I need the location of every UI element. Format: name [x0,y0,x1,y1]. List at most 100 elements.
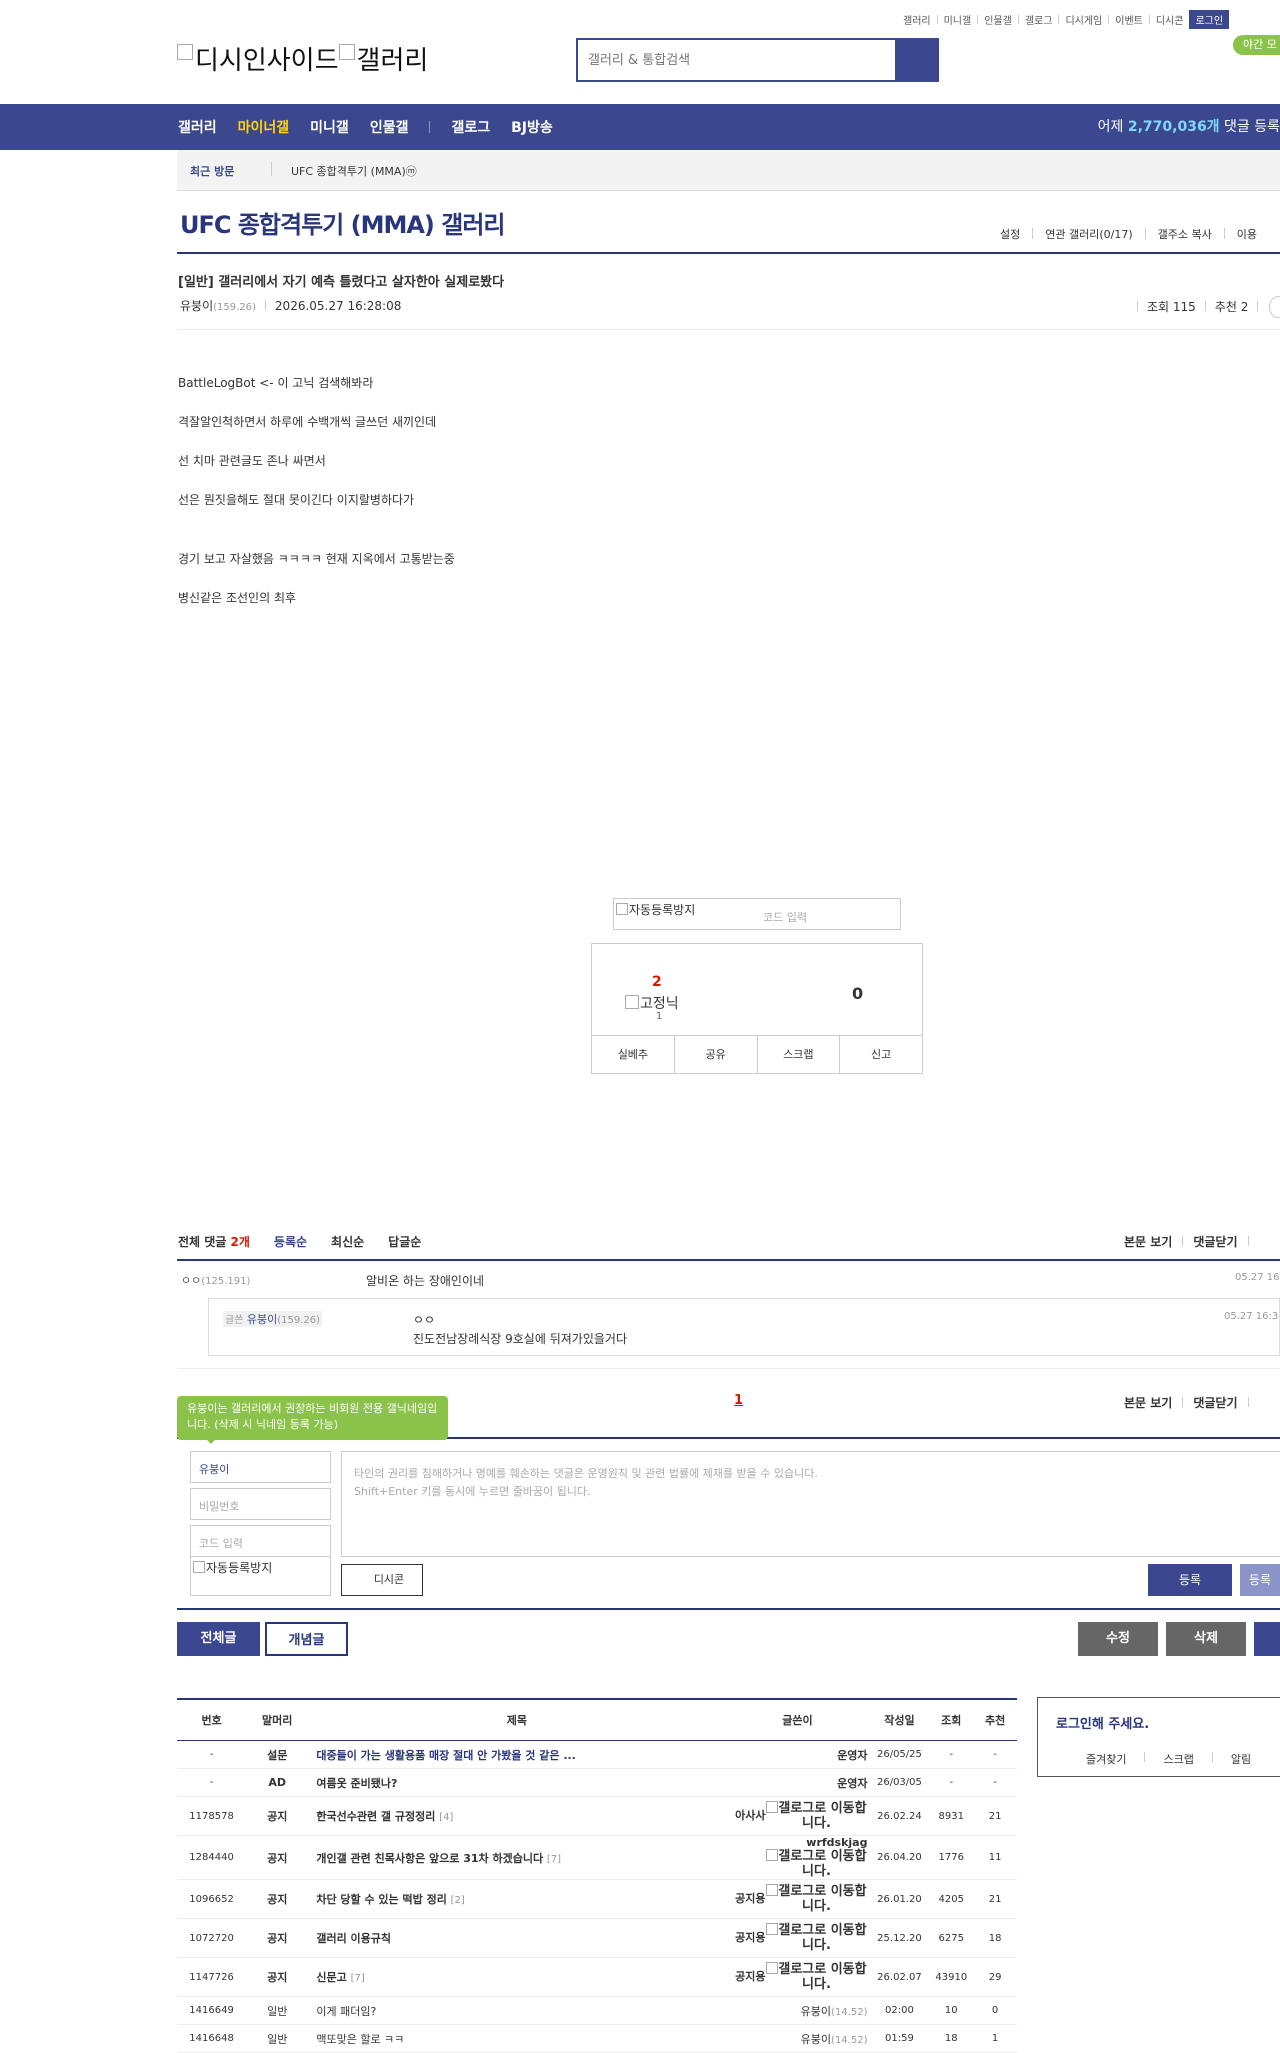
util-link-gallery[interactable]: 갤러리 [903,12,931,27]
post-writer[interactable]: wrfdskjag갤로그로 이동합니다. [725,1835,870,1880]
post-subject[interactable]: 갤러리 이용규칙 [308,1918,726,1958]
comment-textarea[interactable]: 타인의 권리를 침해하거나 명예를 훼손하는 댓글은 운영원칙 및 관련 법률에… [341,1451,1280,1557]
search-box [576,38,939,82]
search-input[interactable] [578,40,895,80]
reply-author[interactable]: 글쓴 유붕이(159.26) [223,1311,323,1327]
concept-posts-button[interactable]: 개념글 [265,1622,348,1656]
share-button[interactable]: 공유 [675,1036,758,1073]
dccon-button[interactable]: 디시콘 [341,1564,423,1596]
view-post-button[interactable]: 본문 보기 [1124,1235,1172,1249]
view-post-button[interactable]: 본문 보기 [1124,1396,1172,1410]
table-row[interactable]: 1072720 공지 갤러리 이용규칙 공지용 갤로그로 이동합니다. 25.12.20… [177,1918,1017,1958]
table-row[interactable]: 1096652 공지 차단 당할 수 있는 떡밥 정리 [2] 공지용 갤로그로 이동합… [177,1879,1017,1919]
post-subject[interactable]: 개인갤 관련 친목사항은 앞으로 31차 하겠습니다 [7] [308,1835,726,1880]
post-views: - [929,1740,974,1769]
post-author[interactable]: 유붕이 [180,299,213,313]
login-prompt[interactable]: 로그인해 주세요. [1056,1713,1149,1732]
fixed-nick-recommend-button[interactable]: 고정닉 [625,993,679,1013]
comment-page-1[interactable]: 1 [734,1393,743,1408]
post-writer[interactable]: 유붕이(14.52) [725,1996,870,2025]
gallery-setting[interactable]: 설정 [1000,226,1020,242]
util-link-minigall[interactable]: 미니갤 [944,12,972,27]
util-link-dccon[interactable]: 디시콘 [1156,12,1184,27]
nav-person-gallery[interactable]: 인물갤 [370,117,409,137]
nav-mini-gallery[interactable]: 미니갤 [310,117,349,137]
table-row[interactable]: 1416648 일반 맥또맞은 할로 ㅋㅋ 유붕이(14.52) 01:59 18 1 [177,2024,1017,2053]
post-head: 일반 [246,1996,309,2025]
table-row[interactable]: 1178578 공지 한국선수관련 갤 규정정리 [4] 아사사 갤로그로 이동합니다.… [177,1796,1017,1836]
post-writer[interactable]: 운영자 [725,1768,870,1797]
comment-total-label: 전체 댓글 2개 [178,1235,250,1249]
post-writer[interactable]: 공지용 갤로그로 이동합니다. [725,1918,870,1958]
post-writer[interactable]: 공지용 갤로그로 이동합니다. [725,1957,870,1997]
comment-footer-right: 본문 보기 댓글닫기 [1124,1394,1259,1411]
gallog-icon[interactable]: 갤로그로 이동합니다. [765,1801,867,1831]
scrap-link[interactable]: 스크랩 [1163,1751,1193,1767]
reply-text: 진도전남장례식장 9호실에 뒤져가있을거다 [413,1332,627,1346]
password-field[interactable]: 비밀번호 [190,1488,331,1520]
gallog-icon[interactable]: 갤로그로 이동합니다. [765,1923,867,1953]
post-subject[interactable]: 한국선수관련 갤 규정정리 [4] [308,1796,726,1836]
post-writer[interactable]: 운영자 [725,1740,870,1769]
table-row[interactable]: - 설문 대중들이 가는 생활용품 매장 절대 안 가봤을 것 같은 ... 운영자… [177,1740,1017,1769]
code-field[interactable]: 코드 입력 [190,1525,331,1557]
comment-author[interactable]: ㅇㅇ(125.191) [181,1272,250,1288]
best-recommend-button[interactable]: 실베추 [592,1036,675,1073]
nav-gallog[interactable]: 갤로그 [451,117,490,137]
nav-bj[interactable]: BJ방송 [511,117,553,137]
post-subject[interactable]: 대중들이 가는 생활용품 매장 절대 안 가봤을 것 같은 ... [308,1740,726,1769]
table-row[interactable]: 1416649 일반 이게 패더임? 유붕이(14.52) 02:00 10 0 [177,1996,1017,2025]
post-option-toggle[interactable] [1269,296,1280,318]
table-row[interactable]: - AD 여름옷 준비됐나? 운영자 26/03/05- - [177,1768,1017,1797]
gallog-icon[interactable]: 갤로그로 이동합니다. [765,1849,867,1879]
notification-link[interactable]: 알림 [1231,1751,1251,1767]
gallog-icon[interactable]: 갤로그로 이동합니다. [765,1884,867,1914]
report-button[interactable]: 신고 [840,1036,922,1073]
post-no: 1284440 [177,1835,247,1880]
util-link-gallog[interactable]: 갤로그 [1025,12,1053,27]
close-comments-button[interactable]: 댓글닫기 [1193,1396,1237,1410]
all-posts-button[interactable]: 전체글 [177,1622,260,1656]
search-button[interactable] [895,40,937,80]
edit-button[interactable]: 수정 [1078,1622,1158,1656]
table-row[interactable]: 1284440 공지 개인갤 관련 친목사항은 앞으로 31차 하겠습니다 [7] w… [177,1835,1017,1880]
post-date: 25.12.20 [869,1918,930,1958]
captcha-input[interactable]: 코드 입력 [763,909,807,925]
copy-gallery-url[interactable]: 갤주소 복사 [1158,226,1212,242]
post-writer[interactable]: 아사사 갤로그로 이동합니다. [725,1796,870,1836]
delete-button[interactable]: 삭제 [1166,1622,1246,1656]
util-link-persongall[interactable]: 인물갤 [984,12,1012,27]
write-button[interactable] [1254,1622,1280,1656]
recent-visit-link[interactable]: UFC 종합격투기 (MMA)ⓜ [291,163,417,179]
post-subject[interactable]: 신문고 [7] [308,1957,726,1997]
comment-submit-button[interactable]: 등록 [1148,1564,1232,1596]
nav-gallery[interactable]: 갤러리 [178,117,217,137]
nav-minor-gallery[interactable]: 마이너갤 [238,117,290,137]
sort-by-reply[interactable]: 답글순 [388,1233,421,1250]
favorites-link[interactable]: 즐겨찾기 [1086,1751,1126,1767]
col-head: 말머리 [246,1698,309,1741]
comment-submit-recommend-button[interactable]: 등록 [1240,1564,1280,1596]
gallery-title[interactable]: UFC 종합격투기 (MMA) 갤러리 [180,205,505,240]
util-link-dcgame[interactable]: 디시게임 [1065,12,1102,27]
post-subject[interactable]: 이게 패더임? [308,1996,726,2025]
close-comments-button[interactable]: 댓글닫기 [1193,1235,1237,1249]
site-logo[interactable]: 디시인사이드 갤러리 [177,40,428,77]
login-box: 로그인해 주세요. 즐겨찾기 스크랩 알림 [1037,1697,1280,1777]
post-writer[interactable]: 공지용 갤로그로 이동합니다. [725,1879,870,1919]
gallery-usage[interactable]: 이용 [1237,226,1257,242]
post-writer[interactable]: 유붕이(14.52) [725,2024,870,2053]
post-subject[interactable]: 맥또맞은 할로 ㅋㅋ [308,2024,726,2053]
scrap-button[interactable]: 스크랩 [758,1036,841,1073]
sort-by-register[interactable]: 등록순 [274,1233,307,1250]
login-button[interactable]: 로그인 [1189,10,1230,29]
related-gallery[interactable]: 연관 갤러리(0/17) [1045,226,1132,242]
table-row[interactable]: 1147726 공지 신문고 [7] 공지용 갤로그로 이동합니다. 26.02.07 43… [177,1957,1017,1997]
night-mode-toggle[interactable]: 야간 모 [1233,35,1280,55]
sort-by-latest[interactable]: 최신순 [331,1233,364,1250]
gallog-icon[interactable]: 갤로그로 이동합니다. [765,1962,867,1992]
util-link-event[interactable]: 이벤트 [1115,12,1143,27]
post-subject[interactable]: 차단 당할 수 있는 떡밥 정리 [2] [308,1879,726,1919]
post-subject[interactable]: 여름옷 준비됐나? [308,1768,726,1797]
nickname-field[interactable]: 유붕이 [190,1451,331,1483]
